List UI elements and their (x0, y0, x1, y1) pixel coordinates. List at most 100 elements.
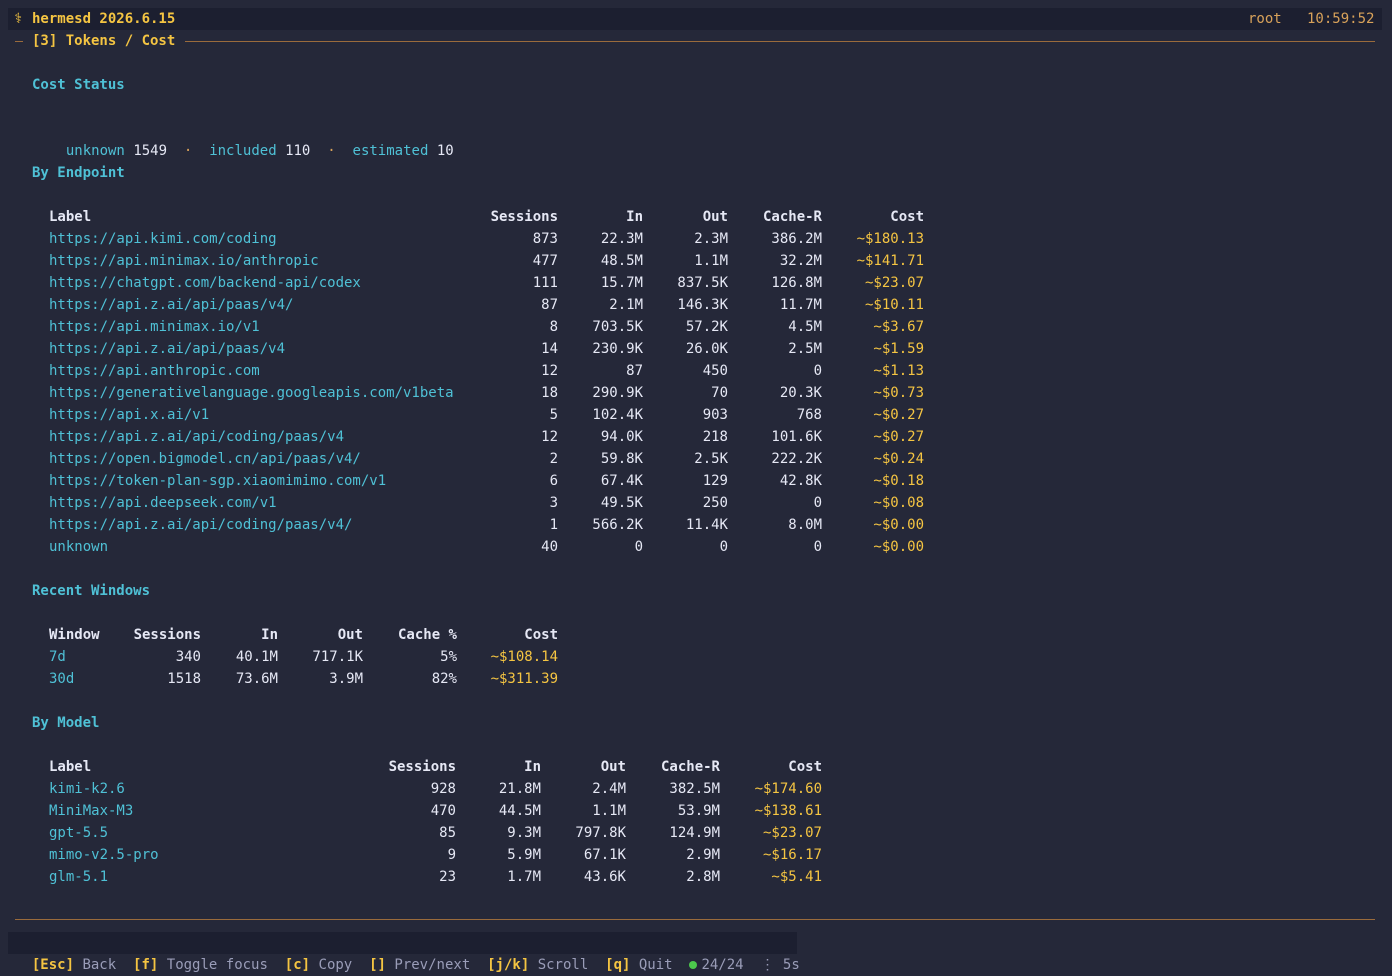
table-cell: 1.1M (592, 803, 626, 819)
table-row-label[interactable]: glm-5.1 (49, 866, 108, 888)
table-cell: 2.3M (694, 231, 728, 247)
table-cell: 48.5M (600, 253, 643, 269)
table-cell: 11.7M (779, 297, 822, 313)
keybind-hints: [Esc] Back [f] Toggle focus [c] Copy [] … (15, 932, 800, 976)
key-copy[interactable]: [c] (285, 957, 310, 973)
table-cell: 0 (719, 539, 728, 555)
table-row-label[interactable]: mimo-v2.5-pro (49, 844, 159, 866)
table-cell: ~$5.41 (771, 869, 822, 885)
table-row-label[interactable]: 30d (49, 668, 74, 690)
table-row-label[interactable]: https://api.anthropic.com (49, 360, 260, 382)
recent-windows-heading: Recent Windows (32, 583, 151, 599)
table-cell: 126.8M (771, 275, 822, 291)
cost-status-line: unknown 1549 · included 110 · estimated … (49, 118, 454, 162)
table-cell: 703.5K (592, 319, 643, 335)
table-cell: 12 (541, 429, 558, 445)
table-row-label[interactable]: kimi-k2.6 (49, 778, 125, 800)
app-title: hermesd 2026.6.15 (32, 11, 176, 27)
table-cell: 20.3K (779, 385, 822, 401)
table-cell: 450 (702, 363, 728, 379)
title-bar (8, 8, 1382, 30)
table-cell: 5% (440, 649, 457, 665)
table-cell: 2.1M (609, 297, 643, 313)
cost-status-value: 1549 (133, 143, 168, 159)
table-cell: 15.7M (600, 275, 643, 291)
cost-status-label: estimated (352, 143, 429, 159)
table-row-label[interactable]: https://token-plan-sgp.xiaomimimo.com/v1 (49, 470, 386, 492)
table-row-label[interactable]: https://api.z.ai/api/paas/v4 (49, 338, 285, 360)
table-cell: 40 (541, 539, 558, 555)
table-cell: ~$23.07 (864, 275, 924, 291)
table-cell: ~$1.59 (873, 341, 924, 357)
table-cell: ~$0.00 (873, 539, 924, 555)
table-row-label[interactable]: https://api.z.ai/api/coding/paas/v4/ (49, 514, 352, 536)
table-row-label[interactable]: unknown (49, 536, 108, 558)
table-cell: 9.3M (507, 825, 541, 841)
key-quit[interactable]: [q] (605, 957, 630, 973)
table-cell: 1 (549, 517, 558, 533)
table-row-label[interactable]: gpt-5.5 (49, 822, 108, 844)
column-header: Sessions (133, 627, 201, 643)
separator: · (327, 143, 336, 159)
table-cell: 2.9M (686, 847, 720, 863)
table-cell: 85 (439, 825, 456, 841)
key-scroll[interactable]: [j/k] (487, 957, 529, 973)
table-cell: 9 (447, 847, 456, 863)
table-row-label[interactable]: https://api.minimax.io/anthropic (49, 250, 319, 272)
table-cell: 340 (175, 649, 201, 665)
table-cell: 768 (796, 407, 822, 423)
table-cell: 2.8M (686, 869, 720, 885)
table-cell: 2.4M (592, 781, 626, 797)
table-cell: ~$108.14 (490, 649, 558, 665)
table-row-label[interactable]: https://open.bigmodel.cn/api/paas/v4/ (49, 448, 361, 470)
key-focus[interactable]: [f] (133, 957, 158, 973)
table-cell: 124.9M (669, 825, 720, 841)
table-row-label[interactable]: https://chatgpt.com/backend-api/codex (49, 272, 361, 294)
table-cell: ~$23.07 (762, 825, 822, 841)
table-cell: 94.0K (600, 429, 643, 445)
table-row-label[interactable]: https://api.x.ai/v1 (49, 404, 209, 426)
table-cell: 1.7M (507, 869, 541, 885)
table-cell: ~$0.00 (873, 517, 924, 533)
table-cell: 3.9M (329, 671, 363, 687)
table-row-label[interactable]: MiniMax-M3 (49, 800, 133, 822)
status-count: 24/24 (701, 957, 744, 973)
table-row-label[interactable]: 7d (49, 646, 66, 668)
table-cell: 67.1K (583, 847, 626, 863)
by-endpoint-heading: By Endpoint (32, 165, 125, 181)
table-row-label[interactable]: https://generativelanguage.googleapis.co… (49, 382, 454, 404)
key-label: Toggle focus (166, 957, 268, 973)
cost-status-value: 10 (436, 143, 454, 159)
key-esc[interactable]: [Esc] (32, 957, 74, 973)
table-cell: 73.6M (235, 671, 278, 687)
table-cell: ~$174.60 (754, 781, 822, 797)
table-cell: ~$1.13 (873, 363, 924, 379)
table-cell: 43.6K (583, 869, 626, 885)
table-cell: 8 (549, 319, 558, 335)
table-cell: 70 (711, 385, 728, 401)
cost-status-heading: Cost Status (32, 77, 125, 93)
table-row-label[interactable]: https://api.z.ai/api/paas/v4/ (49, 294, 293, 316)
table-cell: 87 (541, 297, 558, 313)
table-cell: 82% (431, 671, 457, 687)
column-header: Out (702, 209, 728, 225)
table-cell: 12 (541, 363, 558, 379)
table-row-label[interactable]: https://api.z.ai/api/coding/paas/v4 (49, 426, 344, 448)
table-cell: ~$3.67 (873, 319, 924, 335)
panel-rule-right (185, 41, 1375, 42)
table-row-label[interactable]: https://api.minimax.io/v1 (49, 316, 260, 338)
table-cell: 49.5K (600, 495, 643, 511)
key-prev-next[interactable]: [] (369, 957, 386, 973)
table-cell: 23 (439, 869, 456, 885)
table-row-label[interactable]: https://api.deepseek.com/v1 (49, 492, 277, 514)
table-cell: ~$16.17 (762, 847, 822, 863)
table-cell: 0 (813, 539, 822, 555)
column-header: In (524, 759, 541, 775)
panel-title[interactable]: [3] Tokens / Cost (32, 30, 175, 52)
table-cell: 382.5M (669, 781, 720, 797)
table-cell: 928 (430, 781, 456, 797)
cost-status-value: 110 (285, 143, 311, 159)
table-cell: 87 (626, 363, 643, 379)
panel-rule-left (15, 41, 23, 42)
table-row-label[interactable]: https://api.kimi.com/coding (49, 228, 277, 250)
